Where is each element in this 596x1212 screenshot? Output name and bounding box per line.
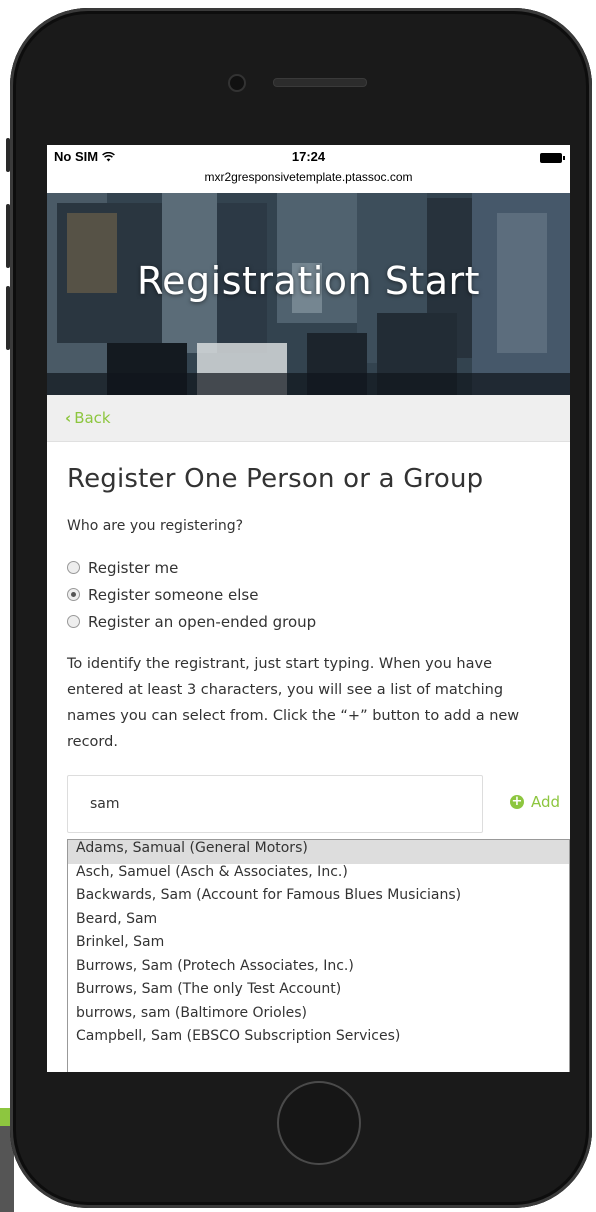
volume-down-button (6, 286, 10, 350)
plus-circle-icon: + (510, 794, 524, 809)
radio-button[interactable] (67, 615, 80, 628)
page-title: Register One Person or a Group (67, 464, 484, 494)
phone-screen: No SIM 17:24 mxr2gresponsivetemplate.pta… (47, 145, 570, 1072)
volume-up-button (6, 204, 10, 268)
option-label: Register someone else (88, 585, 259, 604)
front-camera (228, 74, 246, 92)
option-label: Register an open-ended group (88, 612, 317, 631)
result-item[interactable]: Asch, Samuel (Asch & Associates, Inc.) (68, 864, 569, 888)
radio-button[interactable] (67, 561, 80, 574)
option-register-someone-else[interactable]: Register someone else (67, 581, 550, 608)
registration-type-group: Register me Register someone else Regist… (67, 554, 550, 635)
result-item[interactable]: burrows, sam (Baltimore Orioles) (68, 1005, 569, 1029)
hero-title: Registration Start (136, 259, 481, 303)
earpiece-speaker (273, 78, 367, 87)
status-bar: No SIM 17:24 mxr2gresponsivetemplate.pta… (47, 145, 570, 193)
battery-icon (540, 153, 565, 163)
clock: 17:24 (291, 149, 326, 164)
option-register-group[interactable]: Register an open-ended group (67, 608, 550, 635)
hero-banner: Registration Start (47, 193, 570, 395)
back-bar: ‹ Back (47, 395, 570, 442)
result-item[interactable]: Backwards, Sam (Account for Famous Blues… (68, 887, 569, 911)
add-label: Add (531, 793, 561, 811)
main-content: Register One Person or a Group Who are y… (47, 464, 570, 835)
result-item[interactable]: Campbell, Sam (EBSCO Subscription Servic… (68, 1028, 569, 1052)
back-link[interactable]: ‹ Back (65, 409, 111, 427)
registrant-search-row: sam + Add (67, 775, 560, 835)
url-bar[interactable]: mxr2gresponsivetemplate.ptassoc.com (47, 170, 570, 184)
radio-button-selected[interactable] (67, 588, 80, 601)
add-button[interactable]: + Add (510, 793, 560, 811)
option-register-me[interactable]: Register me (67, 554, 550, 581)
result-item[interactable]: Brinkel, Sam (68, 934, 569, 958)
chevron-left-icon: ‹ (65, 409, 72, 427)
result-item[interactable]: Beard, Sam (68, 911, 569, 935)
instructions-text: To identify the registrant, just start t… (67, 656, 520, 750)
result-item[interactable]: Burrows, Sam (The only Test Account) (68, 981, 569, 1005)
mute-switch (6, 138, 10, 172)
result-item[interactable]: Adams, Samual (General Motors) (68, 840, 569, 864)
search-results-dropdown[interactable]: Adams, Samual (General Motors) Asch, Sam… (67, 839, 570, 1072)
option-label: Register me (88, 558, 179, 577)
question-label: Who are you registering? (67, 518, 244, 534)
home-button[interactable] (277, 1081, 361, 1165)
result-item[interactable]: Burrows, Sam (Protech Associates, Inc.) (68, 958, 569, 982)
back-label: Back (74, 409, 111, 427)
registrant-search-input[interactable]: sam (67, 775, 483, 833)
